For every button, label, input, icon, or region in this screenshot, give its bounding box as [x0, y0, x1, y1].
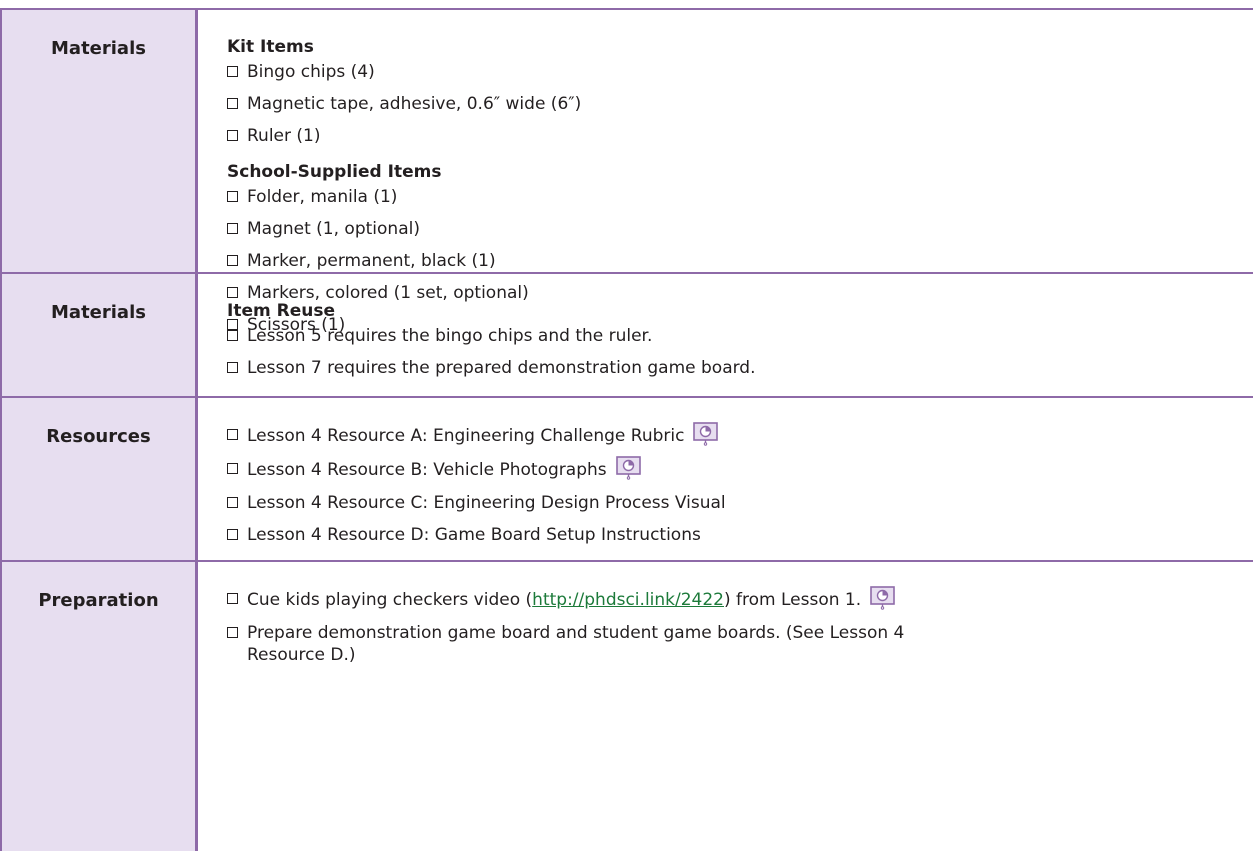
group-heading: Kit Items: [227, 37, 314, 57]
row-content: Kit Items Bingo chips (4) Magnetic tape,…: [198, 10, 1253, 335]
group-heading: School-Supplied Items: [227, 162, 442, 182]
resources-row: Resources Lesson 4 Resource A: Engineeri…: [0, 398, 1253, 562]
checkbox[interactable]: [227, 255, 238, 266]
row-label: Materials: [0, 274, 198, 396]
slide-icon[interactable]: [615, 456, 641, 480]
checklist-item[interactable]: Magnet (1, optional): [227, 218, 1253, 240]
checklist-item[interactable]: Lesson 4 Resource B: Vehicle Photographs: [227, 456, 1253, 482]
checklist-item[interactable]: Marker, permanent, black (1): [227, 250, 1253, 272]
checklist-item[interactable]: Lesson 5 requires the bingo chips and th…: [227, 325, 1253, 347]
checkbox[interactable]: [227, 130, 238, 141]
checklist-item[interactable]: Cue kids playing checkers video (http://…: [227, 586, 1253, 612]
materials-table: Materials Kit Items Bingo chips (4) Magn…: [0, 8, 1253, 851]
row-label: Resources: [0, 398, 198, 560]
checklist-item[interactable]: Magnetic tape, adhesive, 0.6″ wide (6″): [227, 93, 1253, 115]
row-content: Item Reuse Lesson 5 requires the bingo c…: [198, 274, 1253, 396]
checklist-item[interactable]: Lesson 4 Resource C: Engineering Design …: [227, 492, 1253, 514]
checkbox[interactable]: [227, 66, 238, 77]
checklist-item[interactable]: Lesson 7 requires the prepared demonstra…: [227, 357, 1253, 379]
checkbox[interactable]: [227, 223, 238, 234]
slide-icon[interactable]: [870, 586, 895, 610]
checklist-item[interactable]: Prepare demonstration game board and stu…: [227, 622, 1253, 666]
checklist-item[interactable]: Bingo chips (4): [227, 61, 1253, 83]
checkbox[interactable]: [227, 463, 238, 474]
video-link[interactable]: http://phdsci.link/2422: [532, 590, 724, 610]
checkbox[interactable]: [227, 529, 238, 540]
checklist-item[interactable]: Folder, manila (1): [227, 186, 1253, 208]
slide-icon[interactable]: [693, 422, 719, 446]
checkbox[interactable]: [227, 191, 238, 202]
checkbox[interactable]: [227, 593, 238, 604]
checkbox[interactable]: [227, 627, 238, 638]
item-reuse-row: Materials Item Reuse Lesson 5 requires t…: [0, 274, 1253, 398]
checkbox[interactable]: [227, 98, 238, 109]
checklist-item[interactable]: Ruler (1): [227, 125, 1253, 147]
checklist-item[interactable]: Lesson 4 Resource A: Engineering Challen…: [227, 422, 1253, 448]
row-content: Lesson 4 Resource A: Engineering Challen…: [198, 398, 1253, 560]
checklist-item[interactable]: Lesson 4 Resource D: Game Board Setup In…: [227, 524, 1253, 546]
checkbox[interactable]: [227, 362, 238, 373]
checkbox[interactable]: [227, 429, 238, 440]
row-label: Preparation: [0, 562, 198, 851]
checkbox[interactable]: [227, 330, 238, 341]
checkbox[interactable]: [227, 497, 238, 508]
row-content: Cue kids playing checkers video (http://…: [198, 562, 1253, 851]
group-heading: Item Reuse: [227, 301, 335, 321]
materials-row: Materials Kit Items Bingo chips (4) Magn…: [0, 10, 1253, 335]
preparation-row: Preparation Cue kids playing checkers vi…: [0, 562, 1253, 851]
row-label: Materials: [0, 10, 198, 272]
